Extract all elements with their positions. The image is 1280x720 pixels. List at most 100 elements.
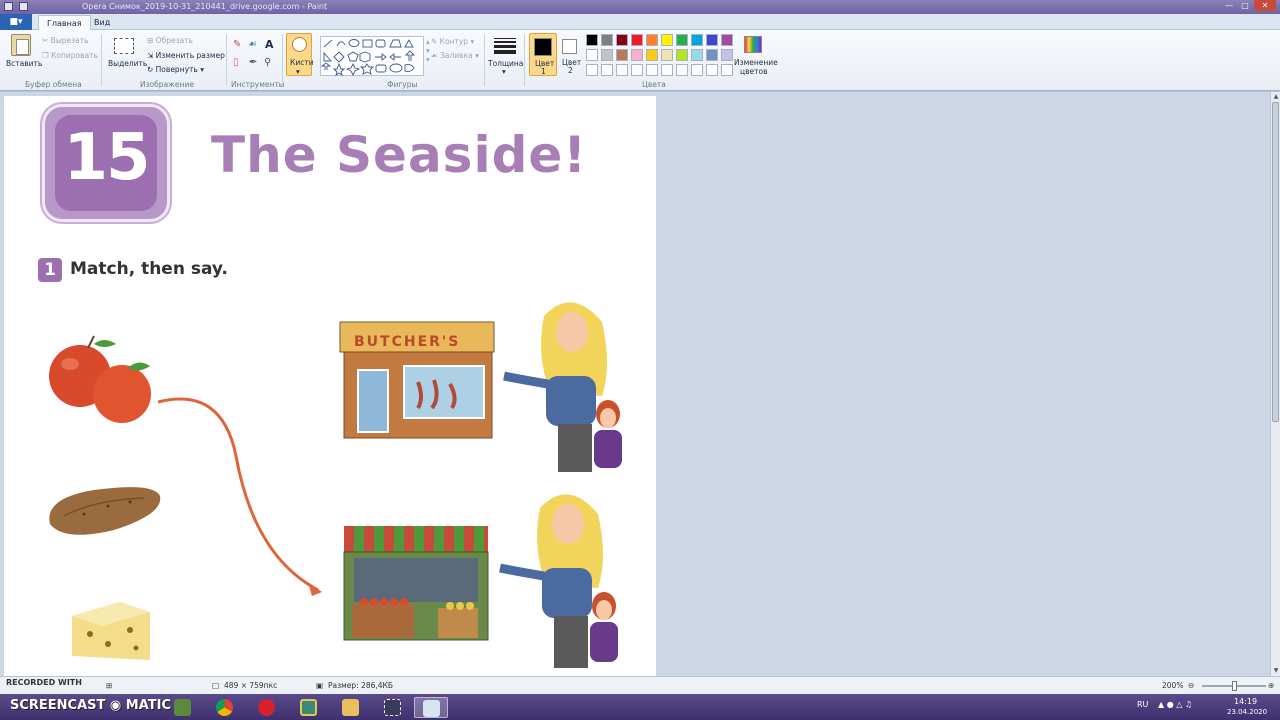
color2-button[interactable]: Цвет 2 bbox=[559, 33, 583, 76]
language-indicator[interactable]: RU bbox=[1137, 700, 1148, 709]
chevron-down-icon: ▾ bbox=[472, 51, 479, 60]
palette-swatch[interactable] bbox=[586, 49, 598, 61]
paint-app-icon[interactable] bbox=[4, 2, 13, 11]
butchers-shop-picture: BUTCHER'S bbox=[339, 321, 495, 439]
color1-swatch bbox=[534, 38, 552, 56]
color1-button[interactable]: Цвет 1 bbox=[529, 33, 557, 76]
palette-swatch[interactable] bbox=[616, 34, 628, 46]
palette-swatch[interactable] bbox=[646, 34, 658, 46]
palette-swatch[interactable] bbox=[586, 34, 598, 46]
palette-swatch[interactable] bbox=[691, 49, 703, 61]
scrollbar-thumb[interactable] bbox=[1272, 102, 1279, 422]
select-button[interactable]: Выделить bbox=[108, 59, 147, 68]
tab-home[interactable]: Главная bbox=[38, 15, 91, 30]
scroll-down-icon[interactable]: ▼ bbox=[1271, 666, 1280, 675]
tab-view[interactable]: Вид bbox=[86, 15, 118, 30]
shop-sign-text: BUTCHER'S bbox=[354, 334, 460, 350]
select-icon[interactable] bbox=[114, 38, 134, 54]
zoom-in-icon[interactable]: ⊕ bbox=[1268, 681, 1274, 690]
palette-swatch[interactable] bbox=[706, 34, 718, 46]
palette-swatch[interactable] bbox=[706, 49, 718, 61]
scroll-up-icon[interactable]: ▲ bbox=[1271, 92, 1280, 101]
palette-swatch[interactable] bbox=[661, 49, 673, 61]
palette-swatch[interactable] bbox=[631, 64, 643, 76]
palette-swatch[interactable] bbox=[616, 49, 628, 61]
file-menu-button[interactable]: ■▾ bbox=[0, 14, 32, 30]
resize-button[interactable]: ⇲ Изменить размер bbox=[147, 51, 225, 60]
taskbar-app-screen-capture[interactable] bbox=[376, 697, 410, 718]
palette-swatch[interactable] bbox=[676, 49, 688, 61]
fill-button[interactable]: ☙ Заливка ▾ bbox=[431, 51, 479, 60]
palette-swatch[interactable] bbox=[586, 64, 598, 76]
rotate-button[interactable]: ↻ Повернуть ▾ bbox=[147, 65, 204, 74]
save-icon[interactable] bbox=[19, 2, 28, 11]
clock-time[interactable]: 14:19 bbox=[1234, 697, 1257, 706]
fill-bucket-icon[interactable]: ☙ bbox=[248, 39, 257, 50]
opera-icon bbox=[258, 699, 275, 716]
palette-swatch[interactable] bbox=[631, 34, 643, 46]
palette-swatch[interactable] bbox=[601, 64, 613, 76]
palette-swatch[interactable] bbox=[721, 34, 733, 46]
folder-icon bbox=[342, 699, 359, 716]
shapes-scroll[interactable]: ▴ ▾ ▾ bbox=[426, 37, 430, 64]
taskbar-app-explorer[interactable] bbox=[334, 697, 368, 718]
palette-swatch[interactable] bbox=[676, 64, 688, 76]
edit-colors-button[interactable]: Изменение bbox=[734, 58, 778, 67]
tray-icons[interactable]: ▲ ● △ ♫ bbox=[1158, 700, 1192, 709]
minimize-button[interactable]: — bbox=[1222, 0, 1236, 11]
brushes-button[interactable]: Кисти ▾ bbox=[286, 33, 314, 76]
shapes-gallery[interactable] bbox=[320, 36, 424, 77]
cut-button[interactable]: ✂ Вырезать bbox=[42, 36, 89, 45]
palette-swatch[interactable] bbox=[601, 34, 613, 46]
crop-button[interactable]: ⊞ Обрезать bbox=[147, 36, 193, 45]
taskbar-app-chrome[interactable] bbox=[208, 697, 242, 718]
palette-swatch[interactable] bbox=[676, 34, 688, 46]
palette-swatch[interactable] bbox=[721, 64, 733, 76]
copy-button[interactable]: ❐ Копировать bbox=[42, 51, 98, 60]
paste-icon[interactable] bbox=[11, 34, 31, 56]
shapes-icons bbox=[320, 39, 416, 77]
pencil-icon[interactable]: ✎ bbox=[233, 39, 241, 50]
vertical-scrollbar[interactable]: ▲ ▼ bbox=[1270, 92, 1280, 676]
palette-swatch[interactable] bbox=[691, 34, 703, 46]
chevron-down-icon: ▾ bbox=[197, 65, 204, 74]
close-button[interactable]: ✕ bbox=[1254, 0, 1276, 11]
outline-button[interactable]: ✎ Контур ▾ bbox=[431, 37, 474, 46]
brush-icon bbox=[292, 37, 307, 52]
palette-swatch[interactable] bbox=[601, 49, 613, 61]
taskbar-app-opera[interactable] bbox=[250, 697, 284, 718]
palette-swatch[interactable] bbox=[691, 64, 703, 76]
apples-picture bbox=[49, 335, 151, 423]
chevron-down-icon: ▾ bbox=[468, 37, 475, 46]
clock-date[interactable]: 23.04.2020 bbox=[1227, 708, 1267, 716]
palette-swatch[interactable] bbox=[661, 64, 673, 76]
zoom-out-icon[interactable]: ⊖ bbox=[1188, 681, 1194, 690]
palette-swatch[interactable] bbox=[721, 49, 733, 61]
palette-swatch[interactable] bbox=[616, 64, 628, 76]
taskbar-app-game[interactable] bbox=[292, 697, 326, 718]
magnifier-icon[interactable]: ⚲ bbox=[264, 57, 271, 68]
paste-button[interactable]: Вставить bbox=[6, 59, 42, 68]
color2-number: 2 bbox=[568, 66, 573, 75]
fill-icon: ☙ bbox=[431, 51, 441, 60]
color-picker-icon[interactable]: ✒ bbox=[249, 57, 257, 68]
zoom-slider[interactable] bbox=[1202, 681, 1266, 691]
edit-colors-icon[interactable] bbox=[744, 36, 762, 53]
color-palette bbox=[586, 34, 734, 77]
color1-number: 1 bbox=[541, 67, 546, 76]
thickness-icon[interactable] bbox=[494, 38, 516, 54]
text-tool-icon[interactable]: A bbox=[265, 38, 274, 51]
group-label-colors: Цвета bbox=[642, 80, 666, 89]
bread-picture bbox=[49, 487, 161, 535]
taskbar-app-paint[interactable] bbox=[414, 697, 448, 718]
palette-swatch[interactable] bbox=[646, 64, 658, 76]
zoom-slider-knob[interactable] bbox=[1232, 681, 1237, 691]
maximize-button[interactable]: □ bbox=[1238, 0, 1252, 11]
taskbar-app-minecraft[interactable] bbox=[166, 697, 200, 718]
canvas[interactable]: 15 The Seaside! 1 Match, then say. BUTCH… bbox=[4, 96, 656, 676]
palette-swatch[interactable] bbox=[646, 49, 658, 61]
eraser-icon[interactable]: ▯ bbox=[233, 57, 239, 68]
palette-swatch[interactable] bbox=[706, 64, 718, 76]
palette-swatch[interactable] bbox=[661, 34, 673, 46]
palette-swatch[interactable] bbox=[631, 49, 643, 61]
